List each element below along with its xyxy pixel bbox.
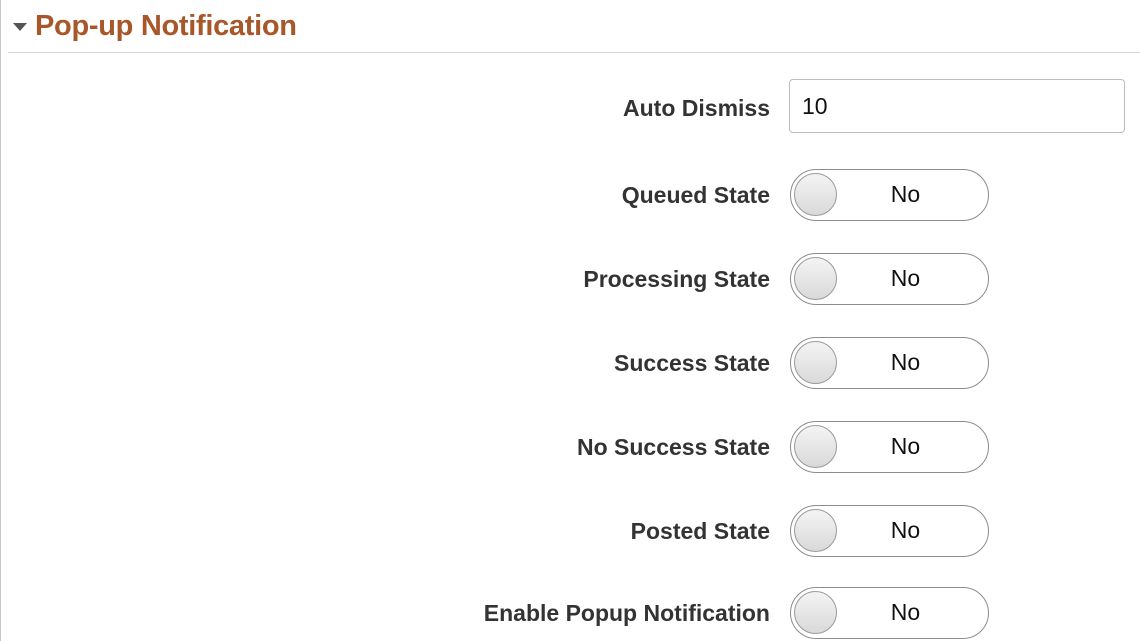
toggle-knob <box>794 257 837 300</box>
row-posted-state: Posted State No <box>0 505 1140 557</box>
collapse-triangle-icon[interactable] <box>13 23 27 31</box>
page: Pop-up Notification Auto Dismiss Queued … <box>0 0 1140 641</box>
success-state-toggle[interactable]: No <box>790 337 989 389</box>
processing-state-label: Processing State <box>583 266 770 292</box>
posted-state-toggle[interactable]: No <box>790 505 989 557</box>
row-no-success-state: No Success State No <box>0 421 1140 473</box>
toggle-knob <box>794 341 837 384</box>
auto-dismiss-label: Auto Dismiss <box>623 95 770 121</box>
processing-state-toggle[interactable]: No <box>790 253 989 305</box>
toggle-value: No <box>890 181 921 207</box>
toggle-value: No <box>890 265 921 291</box>
no-success-state-toggle[interactable]: No <box>790 421 989 473</box>
section-header-popup-notification[interactable]: Pop-up Notification <box>13 6 297 46</box>
row-queued-state: Queued State No <box>0 169 1140 221</box>
toggle-value: No <box>890 433 921 459</box>
posted-state-label: Posted State <box>630 518 770 544</box>
success-state-label: Success State <box>614 350 770 376</box>
section-title: Pop-up Notification <box>35 9 297 42</box>
toggle-knob <box>794 591 837 634</box>
toggle-knob <box>794 173 837 216</box>
toggle-value: No <box>890 599 921 625</box>
auto-dismiss-input[interactable] <box>789 79 1125 133</box>
enable-popup-notification-label: Enable Popup Notification <box>483 600 770 626</box>
toggle-knob <box>794 425 837 468</box>
row-success-state: Success State No <box>0 337 1140 389</box>
toggle-knob <box>794 509 837 552</box>
row-processing-state: Processing State No <box>0 253 1140 305</box>
queued-state-label: Queued State <box>621 182 770 208</box>
section-divider <box>8 52 1140 53</box>
row-auto-dismiss: Auto Dismiss <box>0 79 1140 133</box>
toggle-value: No <box>890 349 921 375</box>
no-success-state-label: No Success State <box>576 434 770 460</box>
enable-popup-notification-toggle[interactable]: No <box>790 587 989 639</box>
row-enable-popup-notification: Enable Popup Notification No <box>0 587 1140 639</box>
queued-state-toggle[interactable]: No <box>790 169 989 221</box>
toggle-value: No <box>890 517 921 543</box>
